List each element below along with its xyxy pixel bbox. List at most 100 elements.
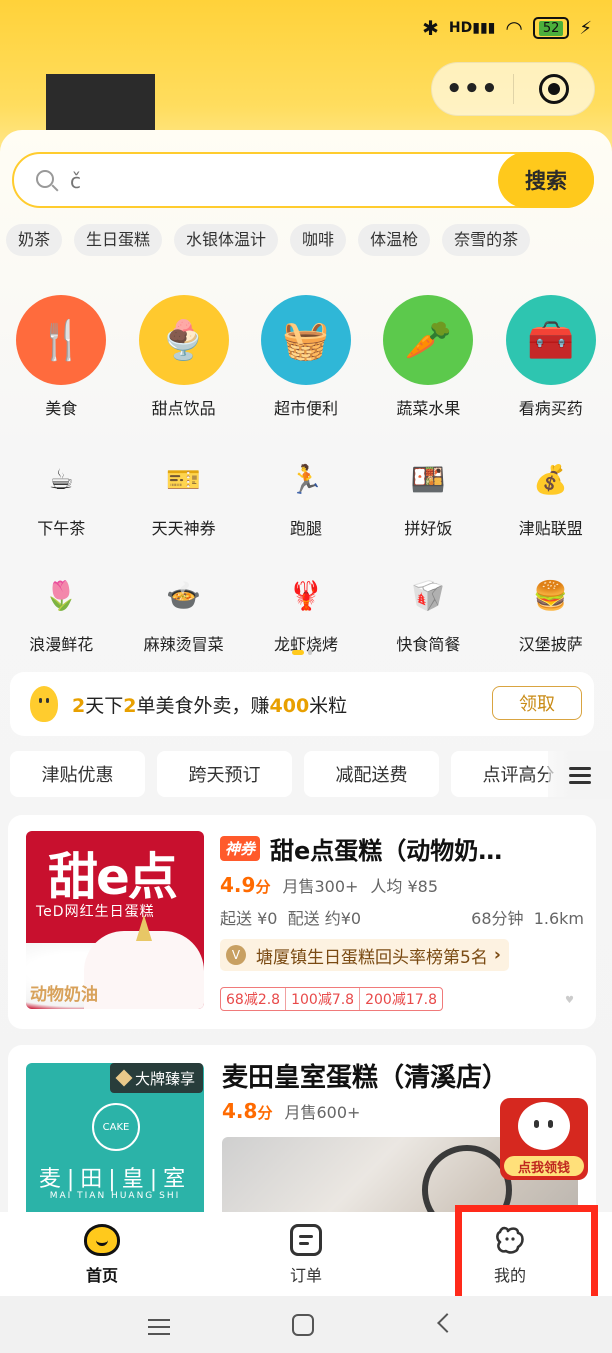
hot-tag[interactable]: 生日蛋糕	[74, 224, 163, 256]
expand-icon[interactable]: ♥	[565, 995, 574, 1006]
burger-icon: 🍔	[533, 578, 569, 612]
category-dessert[interactable]: 🍨 甜点饮品	[122, 295, 244, 419]
distance: 1.6km	[533, 909, 584, 928]
shop-image-subtitle: MAI TIAN HUANG SHI	[49, 1191, 181, 1201]
order-icon	[290, 1224, 322, 1256]
charging-icon: ⚡	[579, 17, 592, 39]
back-button[interactable]	[437, 1313, 457, 1333]
category-lobster-bbq[interactable]: 🦞 龙虾烧烤	[245, 569, 367, 655]
shop-image-title: 甜e点	[48, 848, 178, 906]
battery-icon: 52	[532, 17, 570, 39]
target-icon	[538, 74, 569, 104]
dessert-icon: 🍨	[138, 295, 229, 385]
money-bag-icon: 💰	[533, 462, 569, 496]
category-produce[interactable]: 🥕 蔬菜水果	[367, 295, 489, 419]
category-coupons[interactable]: 🎫 天天神券	[122, 453, 244, 539]
category-burger-pizza[interactable]: 🍔 汉堡披萨	[490, 569, 612, 655]
signal-icon: HD▮▮▮	[448, 20, 496, 36]
fastfood-icon: 🥡	[410, 578, 446, 612]
hot-tag[interactable]: 奶茶	[6, 224, 63, 256]
floating-reward-button[interactable]: 点我领钱	[500, 1098, 588, 1180]
status-icons: ✱ HD▮▮▮ ◠ 52 ⚡	[422, 16, 592, 40]
filter-chip[interactable]: 津贴优惠	[10, 751, 145, 797]
search-bar[interactable]: 搜索	[12, 152, 594, 208]
promo-banner[interactable]: 2天下2单美食外卖，赚400米粒 领取	[10, 672, 594, 736]
ranking-badge[interactable]: V 塘厦镇生日蛋糕回头率榜第5名 ›	[220, 939, 509, 971]
category-fast-food[interactable]: 🥡 快食简餐	[367, 569, 489, 655]
teacup-icon: ☕	[48, 462, 74, 496]
runner-icon: 🏃	[288, 462, 324, 496]
category-group-meal[interactable]: 🍱 拼好饭	[367, 453, 489, 539]
unicorn-cake	[84, 931, 204, 1009]
category-label: 天天神券	[151, 519, 216, 538]
recent-apps-button[interactable]	[148, 1314, 170, 1340]
menu-icon	[569, 763, 591, 788]
monthly-sales: 月售600+	[284, 1103, 361, 1122]
search-input[interactable]	[70, 166, 450, 196]
rating-row: 4.8分 月售600+	[222, 1099, 360, 1123]
shop-name-row: 神券 甜e点蛋糕（动物奶…	[220, 831, 584, 866]
search-button[interactable]: 搜索	[498, 152, 594, 208]
more-options-button[interactable]: •••	[432, 74, 513, 104]
utensils-icon: 🍴	[16, 295, 107, 385]
hot-search-tags: 奶茶 生日蛋糕 水银体温计 咖啡 体温枪 奈雪的茶	[6, 224, 612, 256]
close-mini-program-button[interactable]	[514, 74, 595, 104]
category-row-tertiary: 🌷 浪漫鲜花 🍲 麻辣烫冒菜 🦞 龙虾烧烤 🥡 快食简餐 🍔 汉堡披萨	[0, 569, 612, 655]
hot-tag[interactable]: 水银体温计	[174, 224, 279, 256]
category-malatang[interactable]: 🍲 麻辣烫冒菜	[122, 569, 244, 655]
filter-chip[interactable]: 跨天预订	[157, 751, 292, 797]
filter-menu-button[interactable]	[548, 751, 612, 799]
chevron-right-icon: ›	[493, 945, 501, 965]
reward-label: 点我领钱	[504, 1156, 584, 1176]
hotpot-icon: 🍲	[166, 578, 202, 612]
home-button[interactable]	[292, 1314, 314, 1336]
tab-home[interactable]: 首页	[0, 1212, 204, 1296]
coupon-icon: 🎫	[166, 462, 202, 496]
discount-tag: 200减17.8	[365, 992, 437, 1008]
category-medicine[interactable]: 🧰 看病买药	[490, 295, 612, 419]
basket-icon: 🧺	[260, 295, 351, 385]
claim-button[interactable]: 领取	[492, 686, 582, 720]
unicorn-horn	[136, 915, 152, 941]
search-icon	[36, 170, 54, 188]
tab-label: 订单	[289, 1266, 322, 1285]
wifi-icon: ◠	[505, 16, 523, 40]
category-label: 快食简餐	[396, 635, 461, 654]
shop-image-footer: 动物奶油	[30, 985, 98, 1005]
bowl-icon: 🍱	[410, 462, 446, 496]
category-supermarket[interactable]: 🧺 超市便利	[245, 295, 367, 419]
category-label: 拼好饭	[404, 519, 453, 538]
filter-chip[interactable]: 减配送费	[304, 751, 439, 797]
category-label: 麻辣烫冒菜	[143, 635, 224, 654]
lobster-icon: 🦞	[288, 578, 324, 612]
shop-rating: 4.9分	[220, 873, 271, 897]
category-errands[interactable]: 🏃 跑腿	[245, 453, 367, 539]
shop-name: 麦田皇室蛋糕（清溪店）	[222, 1063, 509, 1093]
hot-tag[interactable]: 体温枪	[358, 224, 431, 256]
shop-card[interactable]: 甜e点 TeD网红生日蛋糕 动物奶油 神券 甜e点蛋糕（动物奶… 4.9分 月售…	[8, 815, 596, 1029]
shop-image: 甜e点 TeD网红生日蛋糕 动物奶油	[26, 831, 204, 1009]
home-mascot-icon	[84, 1224, 120, 1256]
hot-tag[interactable]: 咖啡	[290, 224, 347, 256]
shop-name: 甜e点蛋糕（动物奶…	[270, 837, 503, 865]
redacted-location-block	[46, 74, 155, 130]
system-navigation-bar	[0, 1296, 612, 1353]
category-flowers[interactable]: 🌷 浪漫鲜花	[0, 569, 122, 655]
medal-icon: V	[226, 945, 246, 965]
category-label: 蔬菜水果	[396, 399, 461, 418]
category-label: 下午茶	[37, 519, 86, 538]
category-label: 美食	[45, 399, 78, 418]
shop-rating: 4.8分	[222, 1099, 273, 1123]
category-allowance[interactable]: 💰 津贴联盟	[490, 453, 612, 539]
min-order: 起送 ¥0	[220, 909, 278, 928]
status-bar: ✱ HD▮▮▮ ◠ 52 ⚡	[0, 0, 612, 58]
category-food[interactable]: 🍴 美食	[0, 295, 122, 419]
tab-orders[interactable]: 订单	[204, 1212, 408, 1296]
hot-tag[interactable]: 奈雪的茶	[442, 224, 531, 256]
category-row-primary: 🍴 美食 🍨 甜点饮品 🧺 超市便利 🥕 蔬菜水果 🧰 看病买药	[0, 295, 612, 419]
category-row-secondary: ☕ 下午茶 🎫 天天神券 🏃 跑腿 🍱 拼好饭 💰 津贴联盟	[0, 453, 612, 539]
category-page-indicator	[292, 650, 312, 655]
category-label: 津贴联盟	[518, 519, 583, 538]
delivery-row: 起送 ¥0 配送 约¥0 68分钟 1.6km	[220, 905, 584, 929]
category-afternoon-tea[interactable]: ☕ 下午茶	[0, 453, 122, 539]
